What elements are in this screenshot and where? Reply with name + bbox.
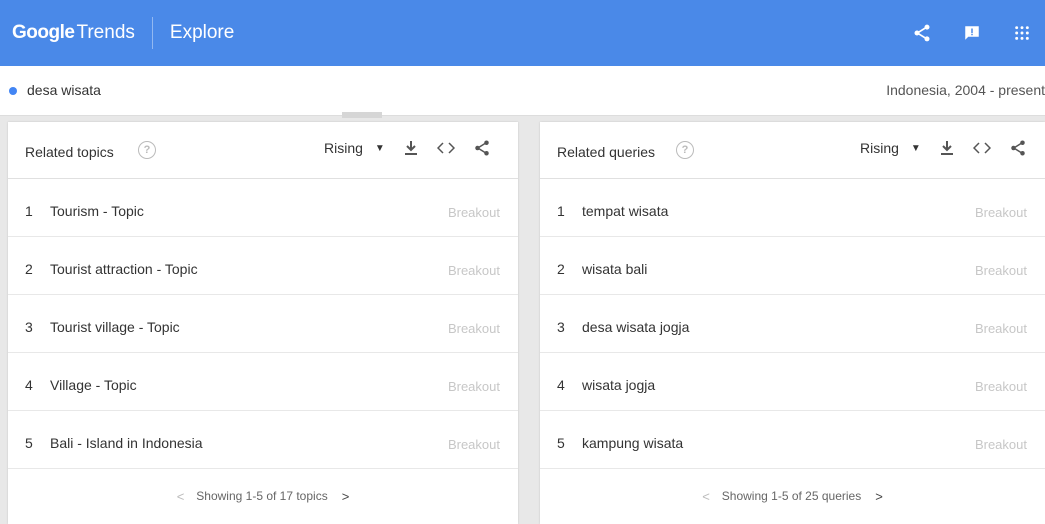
list-item[interactable]: 1 tempat wisata Breakout [540, 179, 1045, 237]
list-item[interactable]: 5 Bali - Island in Indonesia Breakout [8, 411, 518, 469]
breakout-value: Breakout [974, 205, 1027, 220]
help-icon[interactable]: ? [676, 141, 694, 159]
rank: 4 [25, 377, 33, 393]
embed-icon[interactable] [436, 141, 455, 155]
list-item[interactable]: 4 Village - Topic Breakout [8, 353, 518, 411]
google-trends-logo[interactable]: Google Trends [12, 22, 135, 44]
rank: 5 [557, 435, 565, 451]
panel-title: Related queries [557, 144, 656, 160]
breakout-value: Breakout [974, 263, 1027, 278]
breakout-value: Breakout [974, 321, 1027, 336]
query-name[interactable]: tempat wisata [582, 203, 668, 219]
breakout-value: Breakout [447, 263, 500, 278]
download-icon[interactable] [939, 140, 955, 156]
rank: 5 [25, 435, 33, 451]
rank: 1 [557, 203, 565, 219]
pagination: < Showing 1-5 of 17 topics > [8, 469, 518, 523]
breakout-value: Breakout [974, 437, 1027, 452]
breakout-value: Breakout [974, 379, 1027, 394]
share-icon[interactable] [911, 22, 933, 44]
pagination: < Showing 1-5 of 25 queries > [540, 469, 1045, 523]
prev-page-icon[interactable]: < [177, 489, 185, 504]
filter-select[interactable]: Rising [324, 140, 363, 156]
next-page-icon[interactable]: > [342, 489, 350, 504]
query-name[interactable]: wisata bali [582, 261, 647, 277]
related-queries-panel: Related queries ? Rising ▼ 1 tempat wisa… [540, 122, 1045, 524]
share-icon[interactable] [473, 139, 491, 157]
related-topics-panel: Related topics ? Rising ▼ 1 Tourism - To… [8, 122, 518, 524]
pagination-label: Showing 1-5 of 25 queries [721, 489, 862, 503]
prev-page-icon[interactable]: < [702, 489, 710, 504]
term-color-dot [9, 87, 17, 95]
topic-name[interactable]: Village - Topic [50, 377, 137, 393]
rank: 2 [557, 261, 565, 277]
topic-name[interactable]: Bali - Island in Indonesia [50, 435, 203, 451]
rank: 1 [25, 203, 33, 219]
list-item[interactable]: 2 wisata bali Breakout [540, 237, 1045, 295]
app-header: Google Trends Explore [0, 0, 1045, 66]
list-item[interactable]: 4 wisata jogja Breakout [540, 353, 1045, 411]
page-title: Explore [169, 22, 235, 43]
filter-select[interactable]: Rising [860, 140, 899, 156]
panel-title: Related topics [25, 144, 114, 160]
rank: 2 [25, 261, 33, 277]
topic-name[interactable]: Tourist village - Topic [50, 319, 180, 335]
rank: 3 [25, 319, 33, 335]
chart-remnant [342, 112, 382, 118]
search-term[interactable]: desa wisata [27, 82, 101, 98]
logo-trends-text: Trends [76, 22, 135, 43]
topic-name[interactable]: Tourism - Topic [50, 203, 144, 219]
next-page-icon[interactable]: > [875, 489, 883, 504]
search-term-bar: desa wisata Indonesia, 2004 - present [0, 66, 1045, 116]
apps-grid-icon[interactable] [1011, 22, 1033, 44]
query-name[interactable]: desa wisata jogja [582, 319, 689, 335]
rank: 3 [557, 319, 565, 335]
dropdown-caret-icon[interactable]: ▼ [911, 143, 921, 154]
header-divider [151, 17, 153, 49]
list-item[interactable]: 1 Tourism - Topic Breakout [8, 179, 518, 237]
header-actions [911, 0, 1045, 66]
list-item[interactable]: 3 Tourist village - Topic Breakout [8, 295, 518, 353]
breakout-value: Breakout [447, 379, 500, 394]
list-item[interactable]: 2 Tourist attraction - Topic Breakout [8, 237, 518, 295]
pagination-label: Showing 1-5 of 17 topics [196, 489, 328, 503]
breakout-value: Breakout [447, 437, 500, 452]
share-icon[interactable] [1009, 139, 1027, 157]
breakout-value: Breakout [447, 205, 500, 220]
list-item[interactable]: 3 desa wisata jogja Breakout [540, 295, 1045, 353]
feedback-icon[interactable] [961, 22, 983, 44]
panel-controls: Rising ▼ [860, 139, 1027, 157]
embed-icon[interactable] [972, 141, 991, 155]
help-icon[interactable]: ? [138, 141, 156, 159]
query-name[interactable]: kampung wisata [582, 435, 683, 451]
query-name[interactable]: wisata jogja [582, 377, 655, 393]
topic-name[interactable]: Tourist attraction - Topic [50, 261, 198, 277]
panel-controls: Rising ▼ [324, 139, 491, 157]
logo-google-text: Google [12, 22, 75, 43]
breakout-value: Breakout [447, 321, 500, 336]
dropdown-caret-icon[interactable]: ▼ [375, 143, 385, 154]
search-region-period: Indonesia, 2004 - present [886, 82, 1045, 98]
panel-header: Related queries ? Rising ▼ [540, 122, 1045, 179]
panel-header: Related topics ? Rising ▼ [8, 122, 518, 179]
rank: 4 [557, 377, 565, 393]
list-item[interactable]: 5 kampung wisata Breakout [540, 411, 1045, 469]
download-icon[interactable] [403, 140, 419, 156]
